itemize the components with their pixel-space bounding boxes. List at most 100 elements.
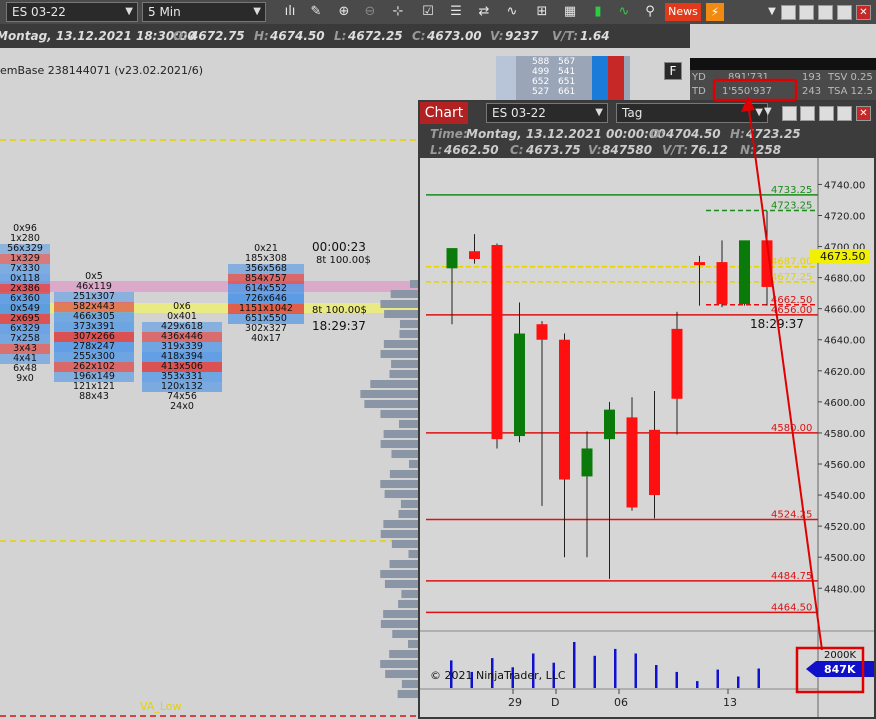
footprint-chart-panel[interactable]: emBase 238144071 (v23.02.2021/6) 0x96 1x2… — [0, 48, 418, 719]
close-icon[interactable]: ✕ — [856, 5, 871, 20]
price-level-label: 4656.00 — [771, 305, 812, 316]
footprint-column: 0x21 185x308 356x568 854x757 614x552 726x646 1… — [228, 244, 304, 344]
copyright-label: © 2021 NinjaTrader, LLC — [430, 669, 566, 682]
restore-icon[interactable] — [782, 106, 797, 121]
properties-icon[interactable]: ☰ — [446, 3, 466, 21]
y-tick-label: 4520.00 — [824, 522, 865, 533]
candle-body — [469, 251, 480, 259]
candle-body — [536, 324, 548, 340]
candlestick-chart[interactable]: 4733.254723.254687.004677.254662.504656.… — [420, 158, 874, 717]
chevron-down-icon: ▼ — [755, 107, 763, 118]
bars-type-icon[interactable]: ılı — [280, 3, 300, 21]
profile-bar — [400, 500, 418, 508]
yd-value: 891'731 — [728, 72, 769, 83]
volume-value: 847580 — [602, 143, 653, 157]
x-tick-label: D — [551, 696, 559, 709]
minimize-icon[interactable] — [800, 106, 815, 121]
profile-bar — [384, 310, 418, 318]
profile-bar — [399, 330, 418, 338]
chart-tab[interactable]: Chart — [420, 102, 468, 124]
indicators-icon[interactable]: ∿ — [502, 3, 522, 21]
vt-value: 1.64 — [580, 29, 610, 43]
volume-profile — [360, 280, 418, 698]
low-value: 4662.50 — [444, 143, 499, 157]
dropdown-icon[interactable]: ▼ — [762, 3, 782, 21]
interval-selector[interactable]: 5 Min ▼ — [142, 2, 266, 22]
maximize-icon[interactable] — [837, 106, 852, 121]
crosshair-icon[interactable]: ⊹ — [388, 3, 408, 21]
bar-timer: 00:00:23 — [312, 240, 366, 254]
restore-icon[interactable] — [781, 5, 796, 20]
close-icon[interactable]: ✕ — [856, 106, 871, 121]
profile-bar — [407, 640, 418, 648]
chart-window[interactable]: Chart ES 03-22 ▼ Tag ▼ ▼ ✕ Time: Montag, 1… — [418, 100, 876, 719]
grid-icon[interactable]: ▦ — [560, 3, 580, 21]
y-tick-label: 4680.00 — [824, 274, 865, 285]
price-level-label: 4687.00 — [771, 257, 812, 268]
maximize-icon[interactable] — [837, 5, 852, 20]
chart-trader-icon[interactable]: ▮ — [588, 3, 608, 21]
chart-titlebar: Chart ES 03-22 ▼ Tag ▼ ▼ ✕ — [420, 102, 874, 124]
open-label: O: — [650, 127, 665, 141]
profile-bar — [408, 550, 418, 558]
price-level-label: 4733.25 — [771, 185, 812, 196]
bar-info-row: Montag, 13.12.2021 18:30:00 O: 4672.75 H… — [0, 24, 690, 48]
profile-bar — [392, 630, 418, 638]
location-pin-icon[interactable]: ⚲ — [640, 3, 660, 21]
data-box-icon[interactable]: ☑ — [418, 3, 438, 21]
instrument-selector[interactable]: ES 03-22 ▼ — [6, 2, 138, 22]
chart-interval-value: Tag — [622, 106, 643, 120]
yd-count: 193 — [802, 72, 822, 83]
chart-interval-selector[interactable]: Tag ▼ — [616, 103, 768, 123]
profile-bar — [390, 290, 418, 298]
price-ladder[interactable]: 588 567 499 541 652 651 527 661 — [496, 56, 630, 100]
dropdown-icon[interactable]: ▼ — [764, 106, 772, 117]
va-low-label: VA_Low — [140, 700, 182, 713]
restore-down-icon[interactable] — [818, 5, 833, 20]
tick-size-label-2: 8t 100.00$ — [312, 305, 367, 316]
profile-bar — [383, 430, 418, 438]
profile-bar — [380, 350, 418, 358]
ladder-bid-value: 499 — [532, 67, 550, 77]
candle-body — [604, 409, 615, 440]
time-label: 18:29:37 — [312, 319, 366, 333]
zoom-out-icon[interactable]: ⊖ — [360, 3, 380, 21]
profile-bar — [389, 650, 418, 658]
market-analyzer-icon[interactable]: ∿ — [614, 3, 634, 21]
profile-bar — [383, 340, 418, 348]
open-value: 4672.75 — [190, 29, 245, 43]
footprint-column: 0x96 1x280 56x329 1x329 7x330 0x118 2x386 6x360… — [0, 224, 50, 384]
chevron-down-icon: ▼ — [125, 6, 133, 17]
profile-bar — [380, 480, 418, 488]
chart-instrument-selector[interactable]: ES 03-22 ▼ — [486, 103, 608, 123]
price-level-label: 4464.50 — [771, 602, 812, 613]
chevron-down-icon: ▼ — [595, 107, 603, 118]
chevron-down-icon: ▼ — [253, 6, 261, 17]
y-tick-label: 4580.00 — [824, 429, 865, 440]
candle-body — [581, 448, 593, 477]
footprint-column: 0x6 0x401 429x618 436x446 319x339 418x394 413x… — [142, 302, 222, 412]
volume-bar — [696, 681, 699, 688]
profile-bar — [399, 420, 418, 428]
lightning-icon[interactable]: ⚡ — [706, 3, 724, 21]
profile-bar — [370, 380, 418, 388]
time-label: Time: — [430, 127, 468, 141]
profile-bar — [383, 610, 418, 618]
news-button[interactable]: News — [665, 3, 701, 21]
f-button[interactable]: F — [664, 62, 682, 80]
volume-bar — [593, 655, 596, 688]
profile-bar — [364, 400, 418, 408]
y-tick-label: 4720.00 — [824, 211, 865, 222]
tick-size-label: 8t 100.00$ — [316, 255, 371, 266]
low-label: L: — [334, 29, 347, 43]
profile-bar — [401, 680, 418, 688]
strategies-icon[interactable]: ⇄ — [474, 3, 494, 21]
restore-down-icon[interactable] — [819, 106, 834, 121]
price-level-label: 4484.75 — [771, 571, 812, 582]
zoom-in-icon[interactable]: ⊕ — [334, 3, 354, 21]
drawing-tool-icon[interactable]: ✎ — [306, 3, 326, 21]
footprint-row: 40x17 — [251, 333, 281, 344]
minimize-icon[interactable] — [799, 5, 814, 20]
chart-instrument-value: ES 03-22 — [492, 106, 546, 120]
templates-icon[interactable]: ⊞ — [532, 3, 552, 21]
